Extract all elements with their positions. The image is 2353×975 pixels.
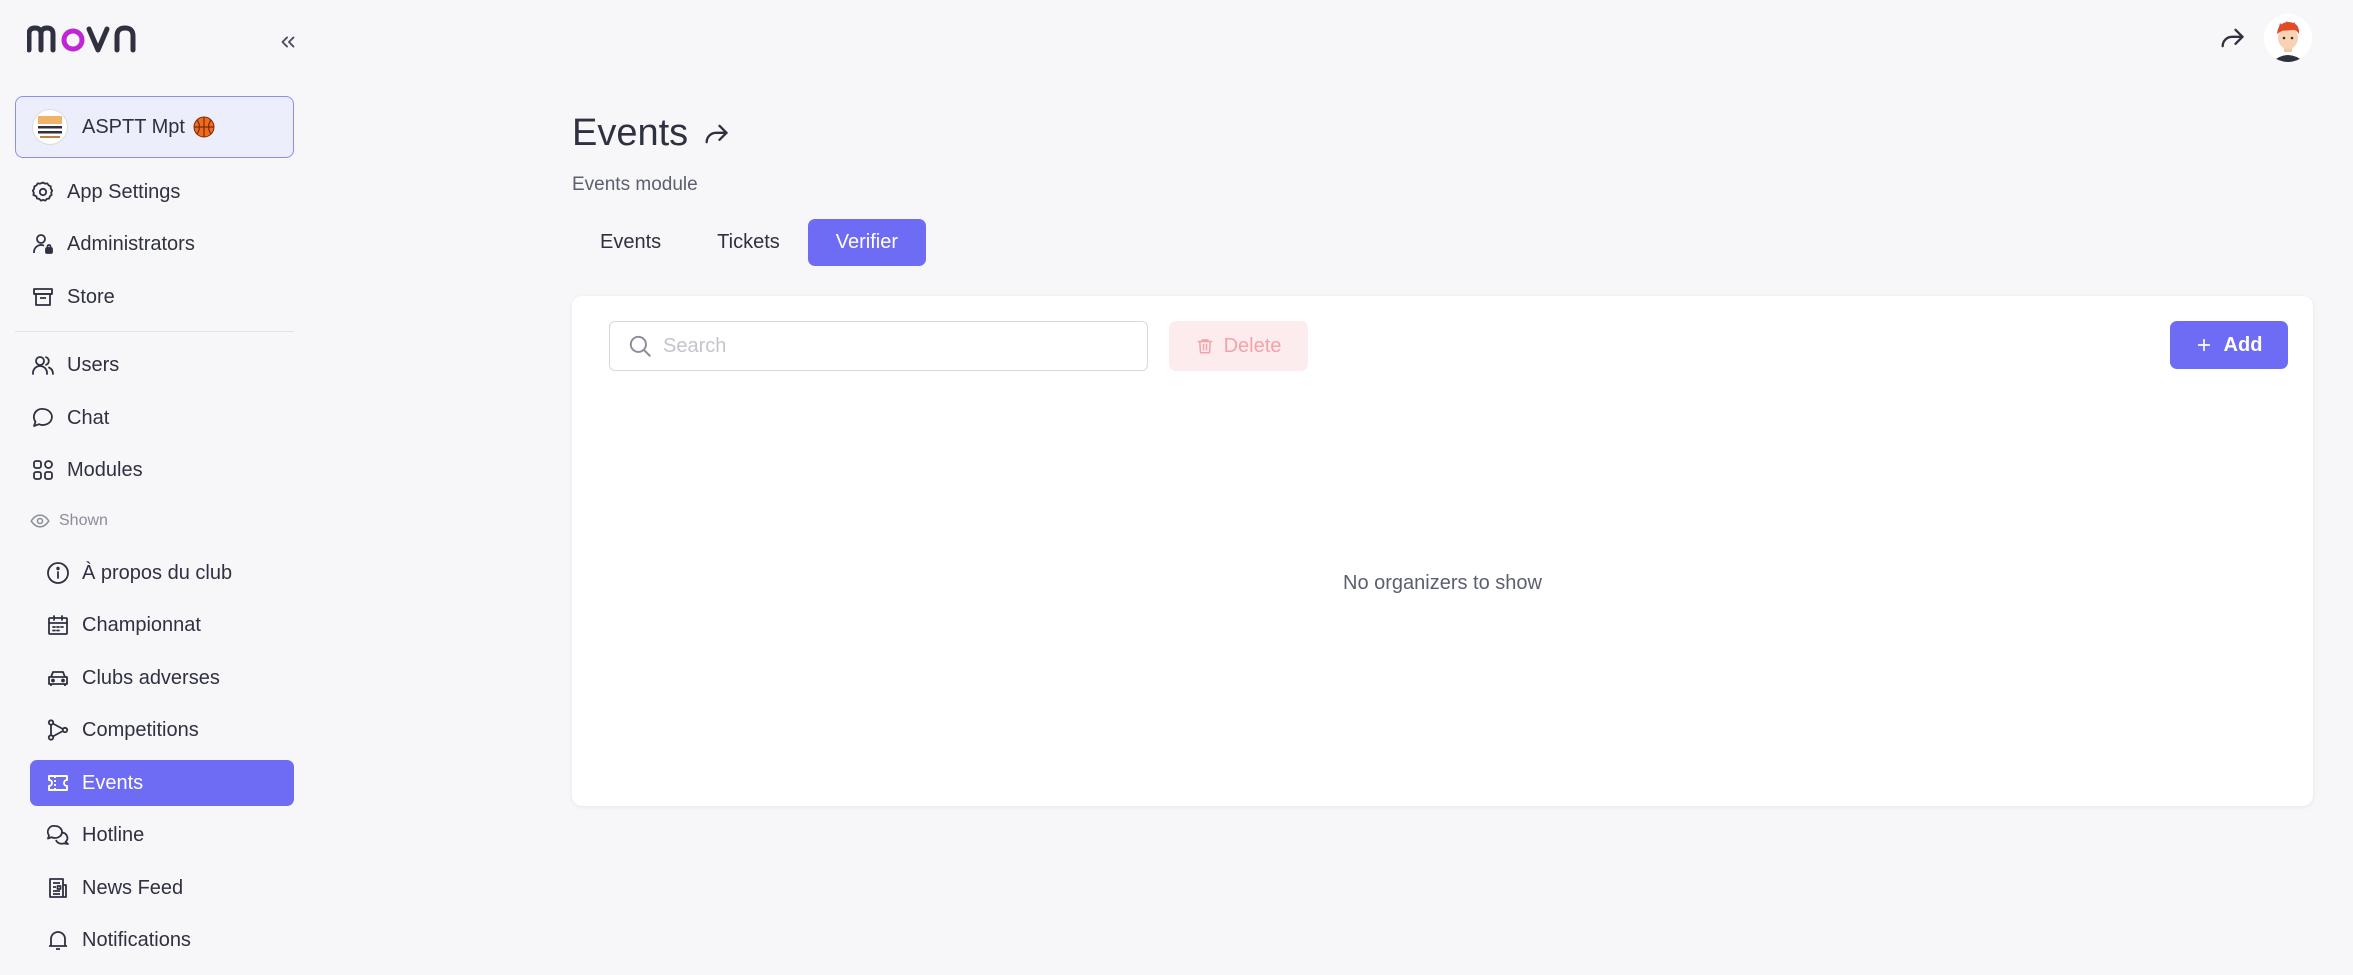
sidebar-divider bbox=[15, 331, 294, 332]
sidebar-item-users[interactable]: Users bbox=[30, 342, 294, 388]
avatar-icon bbox=[2264, 14, 2312, 62]
user-lock-icon bbox=[30, 231, 56, 257]
nodes-icon bbox=[45, 717, 71, 743]
users-icon bbox=[30, 352, 56, 378]
sidebar-item-administrators[interactable]: Administrators bbox=[30, 221, 294, 267]
shown-label-text: Shown bbox=[59, 512, 108, 529]
sidebar-item-store[interactable]: Store bbox=[30, 274, 294, 320]
sidebar-item-notifications[interactable]: Notifications bbox=[45, 917, 294, 963]
sidebar-item-label: News Feed bbox=[82, 876, 184, 899]
empty-state-message: No organizers to show bbox=[1343, 572, 1542, 594]
chevrons-left-icon bbox=[281, 36, 295, 48]
sidebar-item-app-settings[interactable]: App Settings bbox=[30, 169, 294, 215]
sidebar-item-news-feed[interactable]: News Feed bbox=[45, 865, 294, 911]
calendar-icon bbox=[45, 612, 71, 638]
car-icon bbox=[45, 665, 71, 691]
sidebar-item-label: Administrators bbox=[67, 232, 195, 255]
org-switcher[interactable]: ASPTT Mpt bbox=[15, 96, 294, 158]
ticket-icon bbox=[45, 770, 71, 796]
share-module-button[interactable] bbox=[702, 120, 730, 148]
trash-icon bbox=[1196, 337, 1214, 355]
page-title: Events bbox=[572, 112, 730, 155]
sidebar-item-hotline[interactable]: Hotline bbox=[45, 812, 294, 858]
tab-tickets[interactable]: Tickets bbox=[689, 219, 808, 266]
module-tabs: Events Tickets Verifier bbox=[572, 219, 927, 266]
grid-icon bbox=[30, 457, 56, 483]
share-arrow-icon bbox=[2221, 28, 2244, 48]
sidebar-item-a-propos[interactable]: À propos du club bbox=[45, 550, 294, 596]
sidebar-item-label: Notifications bbox=[82, 928, 191, 951]
newspaper-icon bbox=[45, 875, 71, 901]
bell-icon bbox=[45, 927, 71, 953]
app-logo[interactable] bbox=[27, 20, 147, 54]
sidebar-item-label: Store bbox=[67, 285, 115, 308]
org-name: ASPTT Mpt bbox=[82, 115, 185, 138]
sidebar-item-label: Championnat bbox=[82, 613, 201, 636]
basketball-icon bbox=[193, 116, 215, 138]
collapse-sidebar-button[interactable] bbox=[276, 30, 300, 54]
share-button[interactable] bbox=[2218, 24, 2246, 52]
sidebar-item-label: App Settings bbox=[67, 180, 181, 203]
delete-button[interactable]: Delete bbox=[1169, 321, 1308, 371]
club-badge-icon bbox=[38, 116, 62, 138]
eye-icon bbox=[30, 511, 50, 531]
chats-icon bbox=[45, 822, 71, 848]
org-logo bbox=[32, 109, 68, 145]
sidebar: ASPTT Mpt App Settings Administrators St… bbox=[0, 0, 310, 975]
page-subtitle: Events module bbox=[572, 174, 698, 195]
sidebar-item-competitions[interactable]: Competitions bbox=[45, 707, 294, 753]
delete-label: Delete bbox=[1223, 334, 1282, 357]
gear-icon bbox=[30, 179, 56, 205]
sidebar-item-label: Modules bbox=[67, 458, 143, 481]
tab-events[interactable]: Events bbox=[572, 219, 689, 266]
sidebar-item-championnat[interactable]: Championnat bbox=[45, 602, 294, 648]
add-label: Add bbox=[2223, 333, 2263, 356]
info-icon bbox=[45, 560, 71, 586]
sidebar-item-modules[interactable]: Modules bbox=[30, 447, 294, 493]
search-icon bbox=[629, 335, 651, 357]
sidebar-item-label: Competitions bbox=[82, 718, 199, 741]
sidebar-item-events[interactable]: Events bbox=[30, 760, 294, 806]
page-title-text: Events bbox=[572, 112, 689, 154]
sidebar-item-label: À propos du club bbox=[82, 561, 233, 584]
sidebar-item-label: Clubs adverses bbox=[82, 666, 220, 689]
share-arrow-icon bbox=[705, 124, 728, 143]
content-card: Delete Add No organizers to show bbox=[572, 296, 2313, 806]
sidebar-item-label: Users bbox=[67, 353, 120, 376]
tab-verifier[interactable]: Verifier bbox=[807, 219, 927, 266]
add-button[interactable]: Add bbox=[2170, 321, 2288, 369]
sidebar-item-clubs-adverses[interactable]: Clubs adverses bbox=[45, 655, 294, 701]
chat-bubble-icon bbox=[30, 405, 56, 431]
store-icon bbox=[30, 284, 56, 310]
search-box[interactable] bbox=[609, 321, 1148, 371]
sidebar-item-chat[interactable]: Chat bbox=[30, 395, 294, 441]
sidebar-item-label: Events bbox=[82, 771, 144, 794]
sidebar-item-label: Chat bbox=[67, 406, 110, 429]
user-avatar[interactable] bbox=[2264, 14, 2312, 62]
search-input[interactable] bbox=[663, 334, 1123, 358]
movn-logo-icon bbox=[27, 25, 136, 53]
sidebar-item-label: Hotline bbox=[82, 823, 145, 846]
plus-icon bbox=[2196, 337, 2212, 353]
shown-section-label: Shown bbox=[30, 510, 108, 532]
